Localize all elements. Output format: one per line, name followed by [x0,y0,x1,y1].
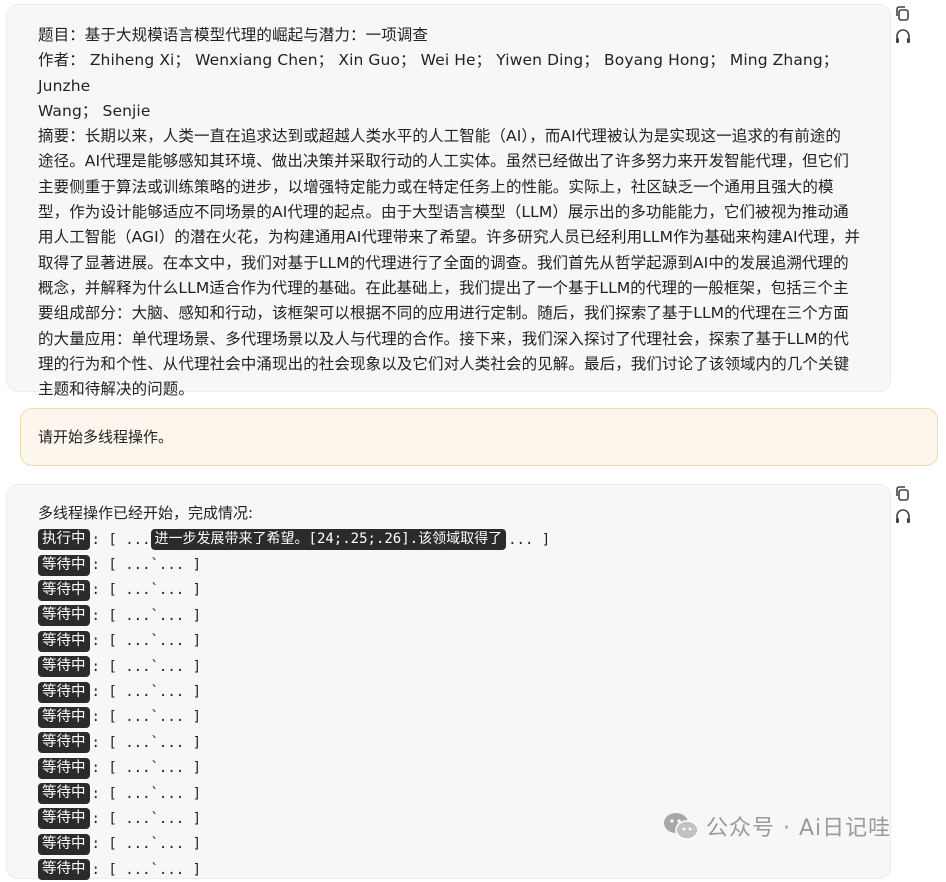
thread-suffix: ... ] [508,531,551,548]
thread-row-waiting: 等待中 : [ ...`... ] [38,552,870,577]
thread-text: : [ ...`... ] [91,709,202,726]
thread-snippet: 进一步发展带来了希望。[24;.25;.26].该领域取得了 [150,529,507,551]
paper-authors-line-2: Wang； Senjie [38,101,151,120]
abstract-line: 途径。AI代理是能够感知其环境、做出决策并采取行动的人工实体。虽然已经做出了许多… [38,152,849,171]
thread-text: : [ ...`... ] [91,557,202,574]
thread-row-waiting: 等待中 : [ ...`... ] [38,857,870,882]
thread-text: : [ ...`... ] [91,734,202,751]
status-badge-waiting: 等待中 [38,554,90,576]
status-title: 多线程操作已经开始，完成情况: [38,504,254,522]
thread-text: : [ ...`... ] [91,633,202,650]
status-badge-waiting: 等待中 [38,732,90,754]
thread-row-waiting: 等待中 : [ ...`... ] [38,679,870,704]
abstract-line: 主要侧重于算法或训练策略的进步，以增强特定能力或在特定任务上的性能。实际上，社区… [38,177,834,196]
paper-authors-line-1: 作者： Zhiheng Xi； Wenxiang Chen； Xin Guo； … [38,51,839,95]
thread-row-waiting: 等待中 : [ ...`... ] [38,603,870,628]
status-badge-waiting: 等待中 [38,808,90,830]
thread-row-waiting: 等待中 : [ ...`... ] [38,756,870,781]
thread-row-waiting: 等待中 : [ ...`... ] [38,730,870,755]
copy-icon[interactable] [893,4,913,24]
watermark-text: 公众号 · Ai日记哇 [706,816,892,841]
thread-row-waiting: 等待中 : [ ...`... ] [38,705,870,730]
paper-info: 题目：基于大规模语言模型代理的崛起与潜力：一项调查 作者： Zhiheng Xi… [38,23,870,402]
thread-text: : [ ...`... ] [91,810,202,827]
abstract-line: 主题和待解决的问题。 [38,380,195,399]
abstract-line: 摘要：长期以来，人类一直在追求达到或超越人类水平的人工智能（AI），而AI代理被… [38,127,842,146]
status-badge-waiting: 等待中 [38,630,90,652]
status-badge-waiting: 等待中 [38,783,90,805]
assistant-message-paper: 题目：基于大规模语言模型代理的崛起与潜力：一项调查 作者： Zhiheng Xi… [6,4,891,398]
thread-text: : [ ...`... ] [91,760,202,777]
wechat-icon [664,813,699,840]
headphones-icon[interactable] [893,506,913,526]
message-actions-1 [893,4,915,48]
status-badge-waiting: 等待中 [38,681,90,703]
watermark: 公众号 · Ai日记哇 [662,810,891,842]
abstract-line: 取得了显著进展。在本文中，我们对基于LLM的代理进行了全面的调查。我们首先从哲学… [38,253,849,272]
status-badge-waiting: 等待中 [38,833,90,855]
thread-text: : [ ...`... ] [91,836,202,853]
thread-text: : [ ...`... ] [91,785,202,802]
thread-prefix: : [ ... [91,531,151,548]
thread-row-waiting: 等待中 : [ ...`... ] [38,654,870,679]
status-badge-waiting: 等待中 [38,706,90,728]
abstract-line: 型，作为设计能够适应不同场景的AI代理的起点。由于大型语言模型（LLM）展示出的… [38,203,849,222]
thread-text: : [ ...`... ] [91,861,202,878]
thread-row-waiting: 等待中 : [ ...`... ] [38,781,870,806]
thread-text: : [ ...`... ] [91,684,202,701]
thread-row-waiting: 等待中 : [ ...`... ] [38,629,870,654]
message-actions-2 [893,484,915,528]
user-message-text: 请开始多线程操作。 [38,428,174,446]
thread-row-waiting: 等待中 : [ ...`... ] [38,578,870,603]
thread-text: : [ ...`... ] [91,607,202,624]
status-badge-waiting: 等待中 [38,859,90,881]
status-badge-waiting: 等待中 [38,605,90,627]
headphones-icon[interactable] [893,26,913,46]
copy-icon[interactable] [893,484,913,504]
abstract-line: 的大量应用：单代理场景、多代理场景以及人与代理的合作。接下来，我们深入探讨了代理… [38,329,849,348]
status-badge-waiting: 等待中 [38,579,90,601]
abstract-line: 要组成部分：大脑、感知和行动，该框架可以根据不同的应用进行定制。随后，我们探索了… [38,304,849,323]
thread-row-running: 执行中 : [ ... 进一步发展带来了希望。[24;.25;.26].该领域取… [38,527,870,552]
status-badge-waiting: 等待中 [38,656,90,678]
abstract-line: 概念，并解释为什么LLM适合作为代理的基础。在此基础上，我们提出了一个基于LLM… [38,278,849,297]
abstract-line: 用人工智能（AGI）的潜在火花，为构建通用AI代理带来了希望。许多研究人员已经利… [38,228,861,247]
status-badge-running: 执行中 [38,529,90,551]
user-message: 请开始多线程操作。 [20,408,938,466]
thread-text: : [ ...`... ] [91,658,202,675]
thread-text: : [ ...`... ] [91,582,202,599]
abstract-line: 理的行为和个性、从代理社会中涌现出的社会现象以及它们对人类社会的见解。最后，我们… [38,354,850,373]
paper-title: 题目：基于大规模语言模型代理的崛起与潜力：一项调查 [38,26,429,44]
status-badge-waiting: 等待中 [38,757,90,779]
